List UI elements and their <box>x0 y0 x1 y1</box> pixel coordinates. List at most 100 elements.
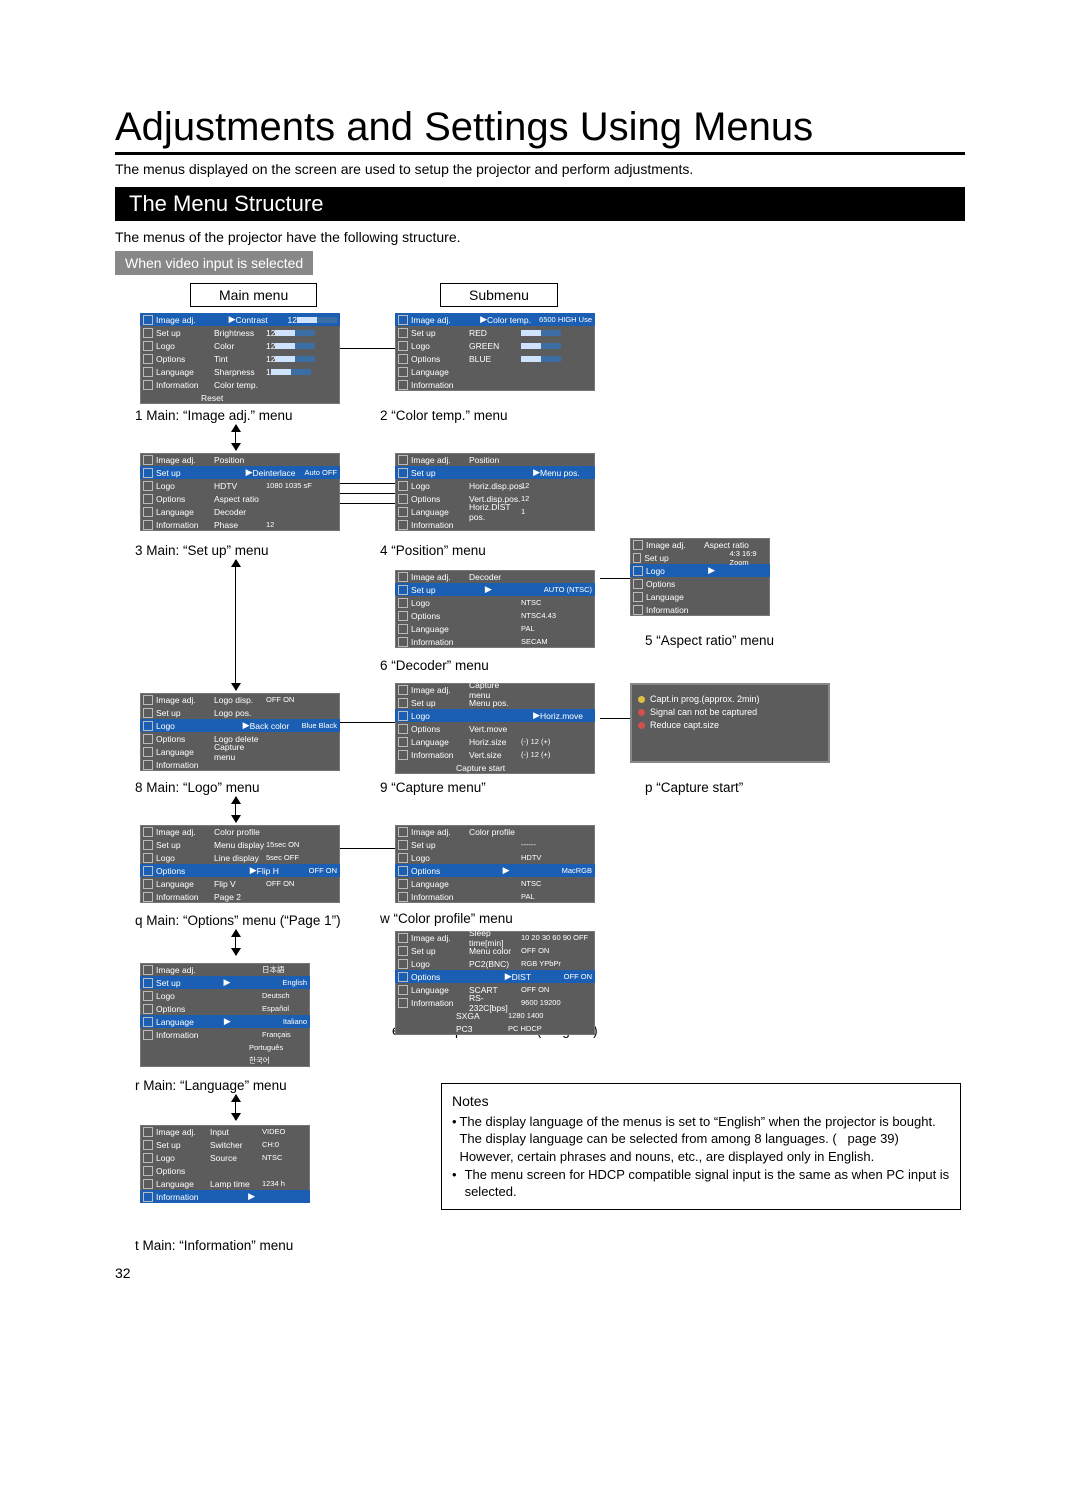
chevron-right-icon: ▶ <box>499 865 510 876</box>
menu-icon <box>398 611 408 621</box>
menu-icon <box>398 985 408 995</box>
nav-label: Logo <box>156 991 210 1001</box>
setting-label: Vert.move <box>469 724 521 734</box>
setting-label: Back color <box>250 721 302 731</box>
dialog-row: Signal can not be captured <box>638 707 822 717</box>
setting-label: Page 2 <box>214 892 266 902</box>
chevron-right-icon: ▶ <box>529 467 540 478</box>
menu-row: Set up▶Menu pos. <box>395 466 595 479</box>
menu-icon <box>633 592 643 602</box>
chevron-right-icon: ▶ <box>481 584 492 595</box>
menu-row: Image adj.Color profile <box>140 825 340 838</box>
menu-icon <box>143 853 153 863</box>
menu-row: LanguageHoriz.DIST pos.1 <box>395 505 595 518</box>
menu-row: InformationVert.size(-) 12 (+) <box>395 748 595 761</box>
menu-icon <box>398 341 408 351</box>
caption: r Main: “Language” menu <box>135 1078 287 1093</box>
menu-row: Information <box>630 603 770 616</box>
nav-label: Language <box>411 367 469 377</box>
menu-row: OptionsAspect ratio <box>140 492 340 505</box>
setting-label: RED <box>469 328 521 338</box>
setting-value: 12 <box>521 481 529 490</box>
menu-row: Logo NTSC <box>395 596 595 609</box>
menu-color-temp: Image adj.▶Color temp.6500 HIGH UseSet u… <box>395 313 595 391</box>
nav-label: Information <box>411 520 469 530</box>
menu-icon <box>143 494 153 504</box>
menu-row: Options▶Flip HOFF ON <box>140 864 340 877</box>
menu-icon <box>143 455 153 465</box>
menu-row: Set up▶DeinterlaceAuto OFF <box>140 466 340 479</box>
nav-label: Information <box>156 380 214 390</box>
nav-label: Set up <box>411 328 469 338</box>
notes-title: Notes <box>452 1092 950 1111</box>
menu-icon <box>143 367 153 377</box>
menu-icon <box>143 721 153 731</box>
menu-row: Image adj.Decoder <box>395 570 595 583</box>
nav-label: Logo <box>411 481 469 491</box>
menu-row: Options▶MacRGB <box>395 864 595 877</box>
menu-icon <box>633 553 641 563</box>
section-bar: The Menu Structure <box>115 187 965 221</box>
setting-value: 12 <box>266 328 275 338</box>
diagram-canvas: Main menu Submenu 1 Main: “Image adj.” m… <box>115 283 965 1343</box>
menu-icon <box>143 827 153 837</box>
setting-label: Brightness <box>214 328 266 338</box>
setting-label: Sleep time[min] <box>469 928 521 948</box>
arrow-icon <box>235 797 236 822</box>
nav-label: Language <box>156 507 214 517</box>
menu-icon <box>398 698 408 708</box>
menu-icon <box>398 315 408 325</box>
menu-row: Logo▶Horiz.move <box>395 709 595 722</box>
setting-value: ------ <box>521 840 536 849</box>
nav-label: Language <box>156 747 214 757</box>
setting-label: Position <box>214 455 266 465</box>
menu-image-adj: Image adj.▶Contrast12Set upBrightness12L… <box>140 313 340 404</box>
setting-label: Switcher <box>210 1140 262 1150</box>
setting-label: Decoder <box>214 507 266 517</box>
menu-icon <box>143 840 153 850</box>
setting-label: Logo pos. <box>214 708 266 718</box>
setting-value: 15sec ON <box>266 840 299 849</box>
nav-label: Options <box>156 354 214 364</box>
setting-value: VIDEO <box>262 1127 285 1136</box>
menu-icon <box>143 1179 153 1189</box>
caption: w “Color profile” menu <box>380 911 513 926</box>
nav-label: Logo <box>411 598 469 608</box>
menu-icon <box>398 827 408 837</box>
chevron-right-icon: ▶ <box>246 865 257 876</box>
menu-row: Capture start <box>395 761 595 774</box>
connector <box>340 348 395 349</box>
menu-row: Options▶DISTOFF ON <box>395 970 595 983</box>
menu-icon <box>398 598 408 608</box>
nav-label: Logo <box>411 959 469 969</box>
subtitle: The menus of the projector have the foll… <box>115 229 965 245</box>
menu-row: Reset <box>140 391 340 404</box>
setting-value: NTSC <box>521 598 541 607</box>
menu-row: Set upBrightness12 <box>140 326 340 339</box>
menu-icon <box>398 637 408 647</box>
nav-label: Options <box>411 866 469 876</box>
setting-label: Vert.size <box>469 750 521 760</box>
menu-row: Image adj.Capture menu <box>395 683 595 696</box>
nav-label: Set up <box>644 553 689 563</box>
menu-row: Set upLogo pos. <box>140 706 340 719</box>
menu-icon <box>398 972 408 982</box>
menu-icon <box>398 455 408 465</box>
menu-row: LogoHDTV1080 1035 sF <box>140 479 340 492</box>
nav-label: Language <box>646 592 704 602</box>
menu-icon <box>143 315 153 325</box>
dialog-text: Signal can not be captured <box>650 707 757 717</box>
menu-icon <box>398 468 408 478</box>
setting-label: Color temp. <box>214 380 266 390</box>
nav-label: Information <box>411 637 469 647</box>
menu-icon <box>398 737 408 747</box>
setting-label: Capture menu <box>214 742 266 762</box>
setting-value: HDTV <box>521 853 541 862</box>
nav-label: Set up <box>156 840 214 850</box>
setting-value: OFF ON <box>266 695 294 704</box>
menu-icon <box>143 380 153 390</box>
setting-label: Horiz.size <box>469 737 521 747</box>
setting-label: Deinterlace <box>252 468 304 478</box>
setting-label: Horiz.move <box>540 711 592 721</box>
menu-row: OptionsBLUE <box>395 352 595 365</box>
